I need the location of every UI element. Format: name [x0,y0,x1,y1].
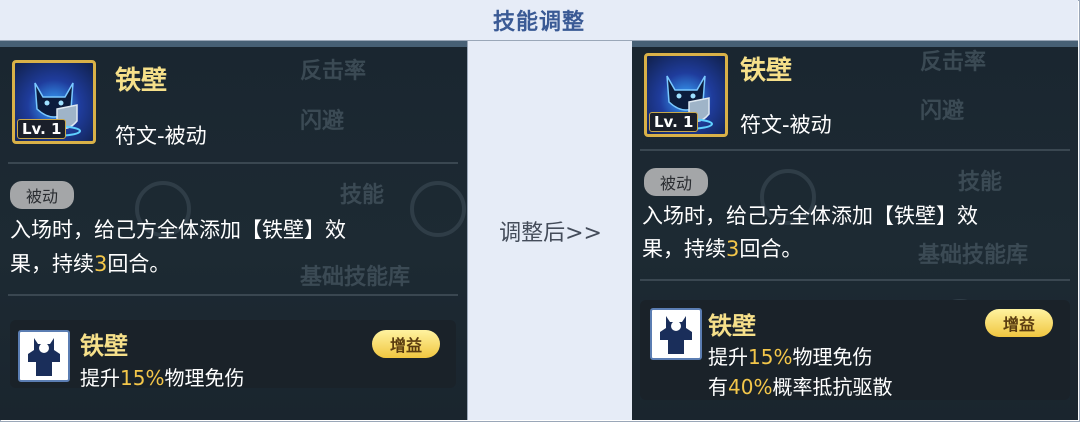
skill-name: 铁壁 [115,66,168,96]
skill-type: 符文-被动 [740,113,832,137]
buff-name: 铁壁 [80,332,128,360]
skill-name: 铁壁 [740,56,793,86]
comparison-header: 技能调整 [0,0,1078,41]
strongman-icon [660,316,692,354]
buff-icon [650,308,702,360]
skill-description-line: 果，持续3回合。 [642,237,803,261]
strongman-icon [28,338,60,376]
buff-value: 15% [120,366,165,390]
after-skill-panel: 反击率 闪避 技能 基础技能库 Lv. 1 铁壁 符文-被动 被动 入场时，给己… [632,41,1078,420]
bg-text: 反击率 [920,50,987,75]
skill-description-line: 入场时，给己方全体添加【铁壁】效 [642,204,978,228]
transition-column: 调整后>> [467,41,634,420]
level-badge: Lv. 1 [649,112,699,132]
bg-text: 基础技能库 [918,243,1029,268]
divider [640,279,1070,281]
skill-icon: Lv. 1 [12,60,96,144]
after-adjustment-label: 调整后>> [499,220,602,246]
bg-text: 技能 [340,183,385,208]
bg-text: 反击率 [300,59,367,84]
skill-icon: Lv. 1 [644,53,728,137]
buff-badge: 增益 [372,330,441,358]
bg-text: 闪避 [300,109,345,134]
buff-value: 15% [748,345,793,369]
passive-tag: 被动 [644,168,709,196]
divider [8,162,458,164]
duration-value: 3 [726,237,740,261]
bg-text: 技能 [958,170,1003,195]
passive-tag: 被动 [10,181,75,209]
buff-effect-line: 提升15%物理免伤 [80,366,245,390]
level-badge: Lv. 1 [17,119,67,139]
buff-card: 铁壁 提升15%物理免伤 有40%概率抵抗驱散 增益 [640,300,1070,400]
before-skill-panel: 反击率 闪避 技能 基础技能库 Lv. 1 铁壁 符文-被动 被动 入场时，给己… [0,41,467,420]
duration-value: 3 [94,252,108,276]
buff-effect-line: 有40%概率抵抗驱散 [708,375,893,399]
buff-badge: 增益 [985,309,1054,337]
buff-value: 40% [728,375,773,399]
skill-description-line: 入场时，给己方全体添加【铁壁】效 [10,218,346,242]
skill-type: 符文-被动 [115,124,207,148]
buff-effect-line: 提升15%物理免伤 [708,345,873,369]
buff-icon [18,330,70,382]
bg-decoration [410,181,466,237]
header-title: 技能调整 [492,10,585,35]
buff-name: 铁壁 [708,312,756,340]
buff-card: 铁壁 提升15%物理免伤 增益 [10,320,456,390]
bg-text: 基础技能库 [300,265,411,290]
skill-description-line: 果，持续3回合。 [10,252,171,276]
divider [8,294,458,296]
bg-text: 闪避 [920,99,965,124]
divider [640,149,1070,151]
